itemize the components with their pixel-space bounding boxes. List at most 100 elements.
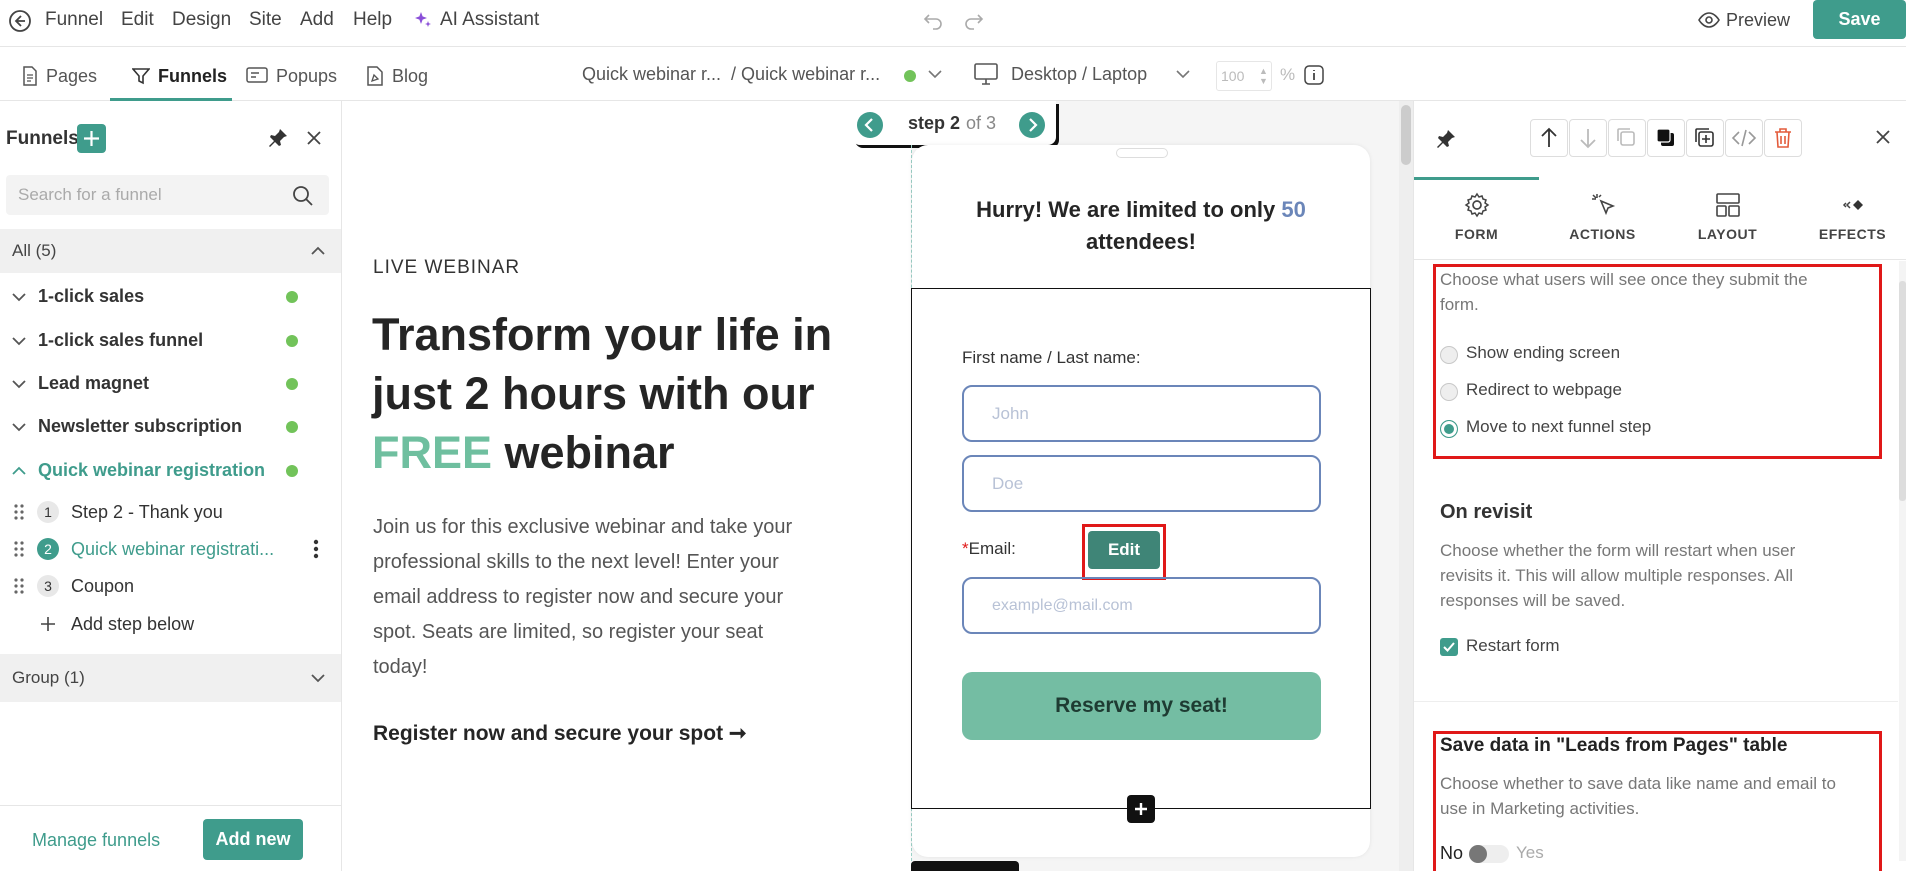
body-line: today! bbox=[373, 656, 428, 678]
add-new-funnel-button[interactable]: Add new bbox=[203, 819, 303, 860]
breadcrumb[interactable]: Quick webinar r... / Quick webinar r... bbox=[582, 64, 880, 85]
tab-popups[interactable]: Popups bbox=[246, 61, 337, 91]
radio-show-ending-screen[interactable] bbox=[1440, 346, 1458, 364]
add-funnel-button[interactable] bbox=[77, 124, 106, 153]
chevron-up-icon[interactable] bbox=[12, 466, 26, 476]
chevron-left-icon bbox=[864, 118, 873, 132]
register-link[interactable]: Register now and secure your spot ➞ bbox=[373, 721, 747, 746]
add-step-below-button[interactable]: Add step below bbox=[0, 607, 342, 641]
zoom-stepper-icon[interactable]: ▲ ▼ bbox=[1259, 66, 1268, 86]
move-down-button[interactable] bbox=[1569, 119, 1607, 157]
add-block-button[interactable] bbox=[1127, 795, 1155, 823]
menu-site[interactable]: Site bbox=[249, 8, 282, 32]
device-selector[interactable]: Desktop / Laptop bbox=[1011, 64, 1147, 85]
tab-funnels[interactable]: Funnels bbox=[132, 61, 227, 91]
save-data-toggle[interactable] bbox=[1469, 845, 1509, 863]
redo-icon[interactable] bbox=[962, 9, 984, 31]
restart-form-label[interactable]: Restart form bbox=[1466, 636, 1560, 656]
monitor-icon bbox=[974, 63, 998, 85]
scrollbar-thumb[interactable] bbox=[1401, 105, 1411, 165]
page-canvas: LIVE WEBINAR Transform your life in just… bbox=[343, 101, 1413, 871]
chevron-down-icon[interactable] bbox=[311, 673, 325, 683]
canvas-scrollbar[interactable] bbox=[1399, 101, 1413, 871]
tab-form[interactable]: FORM bbox=[1414, 186, 1539, 256]
menu-ai-assistant[interactable]: AI Assistant bbox=[440, 8, 539, 32]
card-title[interactable]: Hurry! We are limited to only 50 attende… bbox=[912, 194, 1370, 258]
pin-panel-icon[interactable] bbox=[1436, 129, 1456, 149]
zoom-input[interactable]: 100 ▲ ▼ bbox=[1216, 61, 1272, 91]
bring-front-button[interactable] bbox=[1647, 119, 1685, 157]
pin-icon[interactable] bbox=[268, 128, 288, 148]
close-panel-icon[interactable] bbox=[1875, 129, 1891, 145]
group-section[interactable]: Group (1) bbox=[0, 654, 341, 702]
funnel-item[interactable]: Lead magnet bbox=[0, 364, 342, 404]
scrollbar-thumb[interactable] bbox=[1899, 281, 1906, 501]
funnel-item[interactable]: 1-click sales funnel bbox=[0, 321, 342, 361]
funnel-step-active[interactable]: 2 Quick webinar registrati... bbox=[0, 532, 342, 566]
chevron-down-icon[interactable] bbox=[12, 422, 26, 432]
search-icon[interactable] bbox=[292, 185, 314, 207]
duplicate-button[interactable] bbox=[1608, 119, 1646, 157]
tab-actions[interactable]: ACTIONS bbox=[1540, 186, 1665, 256]
edit-form-button[interactable]: Edit form bbox=[1088, 531, 1160, 597]
add-element-button[interactable] bbox=[1686, 119, 1724, 157]
last-name-input[interactable]: Doe bbox=[962, 455, 1321, 512]
hero-body[interactable]: Join us for this exclusive webinar and t… bbox=[373, 510, 792, 685]
funnel-step[interactable]: 1 Step 2 - Thank you bbox=[0, 495, 342, 529]
undo-icon[interactable] bbox=[923, 9, 945, 31]
resize-handle[interactable] bbox=[1116, 148, 1168, 158]
funnel-step[interactable]: 3 Coupon bbox=[0, 569, 342, 603]
desc-line: Choose what users will see once they sub… bbox=[1440, 270, 1808, 289]
email-input[interactable]: example@mail.com bbox=[962, 577, 1321, 634]
more-options-icon[interactable] bbox=[313, 539, 319, 559]
status-dot bbox=[286, 465, 298, 477]
tab-layout[interactable]: LAYOUT bbox=[1665, 186, 1790, 256]
all-funnels-group[interactable]: All (5) bbox=[0, 229, 341, 273]
funnel-item[interactable]: Newsletter subscription bbox=[0, 407, 342, 447]
menu-funnel[interactable]: Funnel bbox=[45, 8, 103, 32]
option-label[interactable]: Show ending screen bbox=[1466, 343, 1620, 363]
next-step-button[interactable] bbox=[1019, 112, 1045, 138]
manage-funnels-link[interactable]: Manage funnels bbox=[32, 830, 160, 851]
chevron-up-icon[interactable] bbox=[311, 246, 325, 256]
menu-design[interactable]: Design bbox=[172, 8, 231, 32]
chevron-down-icon[interactable] bbox=[12, 336, 26, 346]
menu-help[interactable]: Help bbox=[353, 8, 392, 32]
menu-add[interactable]: Add bbox=[300, 8, 334, 32]
restart-form-checkbox[interactable] bbox=[1440, 638, 1458, 656]
reserve-seat-button[interactable]: Reserve my seat! bbox=[962, 672, 1321, 740]
code-button[interactable] bbox=[1725, 119, 1763, 157]
tab-blog[interactable]: Blog bbox=[366, 61, 428, 91]
headline-free: FREE bbox=[372, 427, 493, 478]
drag-handle-icon[interactable] bbox=[13, 577, 25, 595]
tab-pages[interactable]: Pages bbox=[22, 61, 97, 91]
panel-scrollbar[interactable] bbox=[1899, 261, 1906, 861]
save-button[interactable]: Save bbox=[1813, 0, 1906, 39]
funnel-item-active[interactable]: Quick webinar registration bbox=[0, 451, 342, 491]
tab-effects[interactable]: EFFECTS bbox=[1790, 186, 1906, 256]
chevron-down-icon[interactable] bbox=[12, 379, 26, 389]
first-name-input[interactable]: John bbox=[962, 385, 1321, 442]
delete-button[interactable] bbox=[1764, 119, 1802, 157]
drag-handle-icon[interactable] bbox=[13, 503, 25, 521]
move-up-button[interactable] bbox=[1530, 119, 1568, 157]
menu-edit[interactable]: Edit bbox=[121, 8, 154, 32]
info-icon[interactable] bbox=[1304, 65, 1324, 85]
funnel-item[interactable]: 1-click sales bbox=[0, 277, 342, 317]
preview-button[interactable]: Preview bbox=[1726, 8, 1790, 32]
radio-move-next-step[interactable] bbox=[1440, 420, 1458, 438]
chevron-down-icon[interactable] bbox=[12, 292, 26, 302]
back-icon[interactable] bbox=[8, 9, 32, 33]
option-label[interactable]: Move to next funnel step bbox=[1466, 417, 1651, 437]
chevron-down-icon[interactable] bbox=[928, 69, 942, 79]
close-sidebar-icon[interactable] bbox=[306, 130, 322, 146]
prev-step-button[interactable] bbox=[857, 112, 883, 138]
option-label[interactable]: Redirect to webpage bbox=[1466, 380, 1622, 400]
funnel-search-input[interactable]: Search for a funnel bbox=[6, 175, 329, 215]
device-chevron-icon[interactable] bbox=[1176, 69, 1190, 79]
radio-redirect-webpage[interactable] bbox=[1440, 383, 1458, 401]
hero-headline[interactable]: Transform your life in just 2 hours with… bbox=[372, 305, 832, 482]
block-label-tag[interactable] bbox=[911, 861, 1019, 871]
drag-handle-icon[interactable] bbox=[13, 540, 25, 558]
eyebrow-text[interactable]: LIVE WEBINAR bbox=[373, 257, 520, 279]
